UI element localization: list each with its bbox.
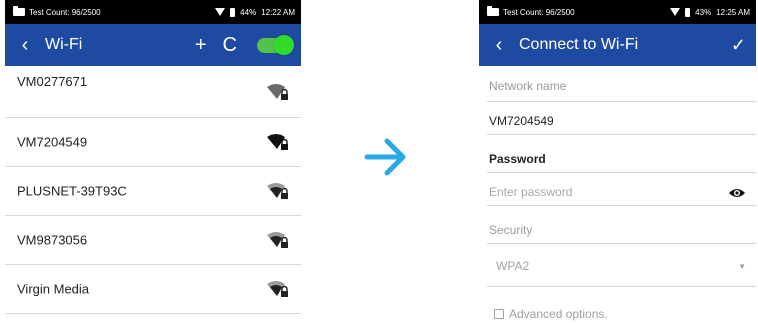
status-bar: Test Count: 96/2500 44% 12:22 AM xyxy=(5,0,301,24)
status-left: Test Count: 96/2500 xyxy=(13,6,101,17)
divider xyxy=(487,205,756,206)
network-item[interactable]: Virgin Media xyxy=(5,265,301,314)
wifi-list-screen: Test Count: 96/2500 44% 12:22 AM ‹ Wi-Fi… xyxy=(5,0,301,323)
wifi-locked-icon xyxy=(267,84,288,100)
refresh-button[interactable]: C xyxy=(223,35,237,55)
status-bar: Test Count: 96/2500 43% 12:25 AM xyxy=(479,0,756,24)
wifi-locked-icon xyxy=(267,183,288,199)
back-button[interactable]: ‹ xyxy=(479,24,519,66)
advanced-options-label: Advanced options. xyxy=(509,307,608,321)
battery-level: 43% xyxy=(695,7,712,17)
security-label: Security xyxy=(489,223,533,237)
network-name: VM9873056 xyxy=(17,232,88,248)
test-count: Test Count: 96/2500 xyxy=(29,7,101,17)
toggle-knob xyxy=(274,34,294,55)
divider xyxy=(487,286,756,287)
wifi-status-icon xyxy=(215,8,226,16)
appbar-actions: + C xyxy=(195,34,294,55)
wifi-toggle[interactable] xyxy=(257,34,294,55)
network-name: Virgin Media xyxy=(17,281,90,297)
status-right: 44% 12:22 AM xyxy=(215,7,295,17)
network-item[interactable]: VM7204549 xyxy=(5,118,301,167)
wifi-locked-icon xyxy=(267,281,288,297)
add-network-button[interactable]: + xyxy=(195,35,207,55)
wifi-status-icon xyxy=(670,8,681,16)
clock: 12:22 AM xyxy=(261,7,295,17)
network-name-label: Network name xyxy=(489,79,567,93)
divider xyxy=(487,243,756,244)
divider xyxy=(487,134,756,135)
battery-icon xyxy=(230,7,236,17)
status-left: Test Count: 96/2500 xyxy=(487,6,575,17)
clock: 12:25 AM xyxy=(716,7,750,17)
network-name-field[interactable]: VM7204549 xyxy=(489,114,554,128)
page-title: Connect to Wi-Fi xyxy=(519,36,639,53)
back-button[interactable]: ‹ xyxy=(5,24,45,66)
wifi-locked-icon xyxy=(267,232,288,248)
app-bar: ‹ Wi-Fi + C xyxy=(5,24,301,66)
network-name: VM0277671 xyxy=(17,74,88,89)
password-label: Password xyxy=(489,152,546,166)
network-item[interactable]: VM9873056 xyxy=(5,216,301,265)
network-item[interactable]: VM0277671 xyxy=(5,66,301,118)
network-name: PLUSNET-39T93C xyxy=(17,183,127,199)
network-item[interactable]: PLUSNET-39T93C xyxy=(5,167,301,216)
app-bar: ‹ Connect to Wi-Fi ✓ xyxy=(479,24,756,66)
arrow-right-icon xyxy=(364,138,406,176)
security-select[interactable]: WPA2 xyxy=(496,259,529,273)
divider xyxy=(487,172,756,173)
folder-icon xyxy=(13,6,25,16)
status-right: 43% 12:25 AM xyxy=(670,7,750,17)
dropdown-caret-icon: ▼ xyxy=(738,262,746,271)
password-field[interactable]: Enter password xyxy=(489,185,572,199)
network-list: VM0277671 VM7204549 PLUSNET-39T93C VM987… xyxy=(5,66,301,314)
page-title: Wi-Fi xyxy=(45,36,83,53)
test-count: Test Count: 96/2500 xyxy=(503,7,575,17)
confirm-button[interactable]: ✓ xyxy=(731,36,746,54)
eye-icon[interactable] xyxy=(728,187,746,199)
network-name: VM7204549 xyxy=(17,134,88,150)
folder-icon xyxy=(487,6,499,16)
wifi-locked-icon xyxy=(267,134,288,150)
battery-level: 44% xyxy=(240,7,257,17)
advanced-options-checkbox[interactable] xyxy=(494,309,504,319)
connect-wifi-screen: Test Count: 96/2500 43% 12:25 AM ‹ Conne… xyxy=(479,0,756,323)
divider xyxy=(487,101,756,102)
battery-icon xyxy=(685,7,691,17)
